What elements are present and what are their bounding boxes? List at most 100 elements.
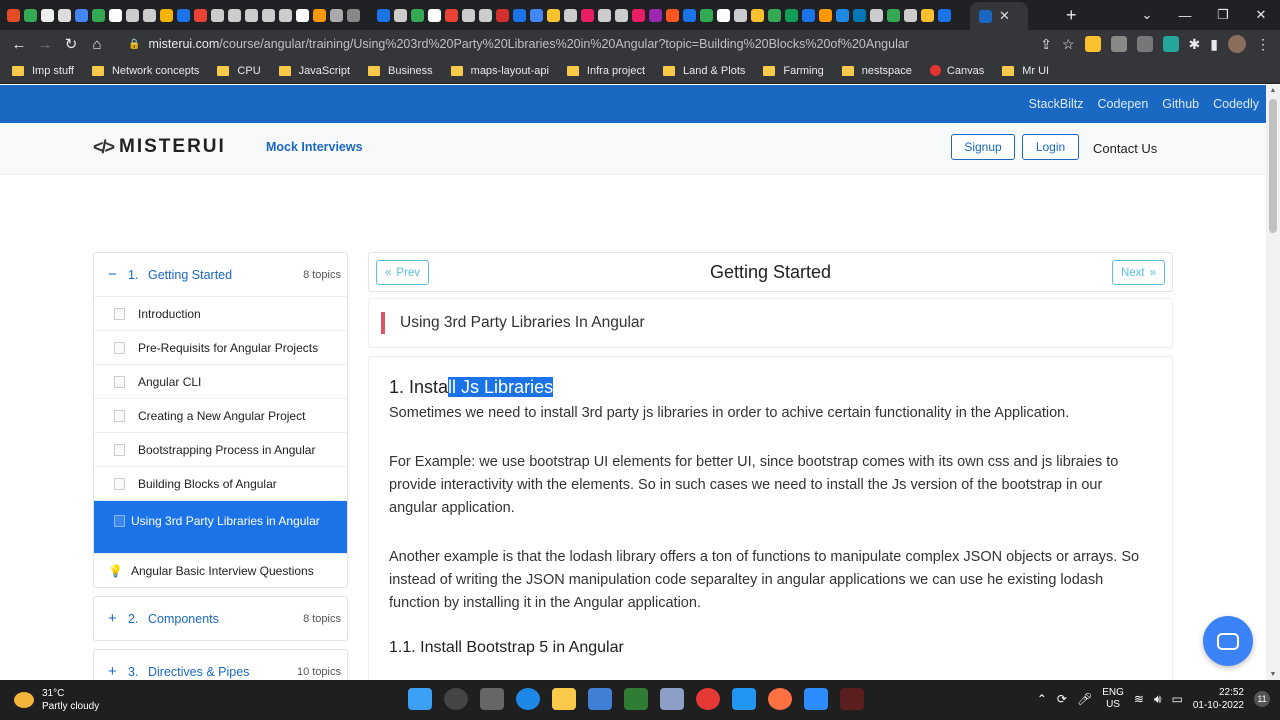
bookmark-folder[interactable]: CPU [217,65,261,77]
reload-icon[interactable]: ↻ [58,35,84,53]
weather-widget[interactable]: 31°C Partly cloudy [14,687,99,713]
stackblitz-link[interactable]: StackBiltz [1029,97,1084,111]
sync-icon[interactable]: ⟳ [1057,692,1067,706]
edge-icon[interactable] [516,688,540,710]
profile-avatar[interactable] [1228,35,1246,53]
collapse-icon[interactable]: − [108,266,128,283]
section-number: 2. [128,611,139,626]
home-icon[interactable]: ⌂ [84,36,110,53]
topic-label: Angular Basic Interview Questions [130,563,314,578]
volume-icon[interactable]: 🔊︎ [1154,692,1162,707]
sidebar-item-interview-questions[interactable]: 💡 Angular Basic Interview Questions [94,553,347,587]
topic-label: Using 3rd Party Libraries in Angular [131,514,320,528]
clock[interactable]: 22:52 01-10-2022 [1193,686,1244,712]
expand-icon[interactable]: + [108,610,128,627]
excel-icon[interactable] [624,688,648,710]
pinned-tabs[interactable] [0,0,952,30]
bookmark-folder[interactable]: maps-layout-api [450,65,549,77]
forward-icon[interactable]: → [32,36,58,53]
document-icon [114,409,125,422]
file-explorer-icon[interactable] [552,688,576,710]
contact-us-link[interactable]: Contact Us [1093,141,1157,156]
github-link[interactable]: Github [1162,97,1199,111]
bookmark-folder[interactable]: Mr UI [1002,65,1049,77]
close-window-icon[interactable]: ✕ [1242,7,1280,23]
signup-button[interactable]: Signup [951,134,1015,160]
section-number: 3. [128,664,139,679]
codedly-link[interactable]: Codedly [1213,97,1259,111]
bookmark-folder[interactable]: Farming [763,65,824,77]
subsection-heading: 1.1. Install Bootstrap 5 in Angular [389,639,624,656]
topic-count: 8 topics [303,612,341,625]
bookmark-link[interactable]: Canvas [929,65,984,77]
chrome-icon[interactable] [696,688,720,710]
search-icon[interactable] [444,688,468,710]
sidebar-item-bootstrapping[interactable]: Bootstrapping Process in Angular [94,432,347,466]
extensions-area: ⇪ ☆ ✱ ▮ ⋮ [1040,30,1270,58]
next-button[interactable]: Next » [1111,260,1165,285]
address-bar[interactable]: 🔒 misterui.com/course/angular/training/U… [118,32,998,56]
active-tab[interactable]: ✕ [970,2,1028,30]
firefox-icon[interactable] [768,688,792,710]
bookmark-folder[interactable]: Business [368,65,433,77]
page-scrollbar[interactable]: ▲ ▼ [1266,85,1280,680]
bookmark-folder[interactable]: nestspace [841,65,912,77]
puzzle-icon[interactable]: ✱ [1189,36,1201,53]
bookmark-folder[interactable]: Network concepts [91,65,199,77]
page-title: Getting Started [709,262,832,282]
bookmark-folder[interactable]: Infra project [566,65,645,77]
section-header[interactable]: − 1. Getting Started 8 topics [94,253,347,296]
windows-start-icon[interactable] [408,688,432,710]
battery-icon[interactable]: ▭ [1172,692,1183,706]
bookmark-star-icon[interactable]: ☆ [1062,36,1075,53]
sidebar-item-angular-cli[interactable]: Angular CLI [94,364,347,398]
chat-button[interactable] [1203,616,1253,666]
expand-icon[interactable]: + [108,663,128,680]
sidebar-icon[interactable]: ▮ [1210,36,1218,53]
new-tab-icon[interactable]: + [1066,5,1077,26]
login-button[interactable]: Login [1022,134,1079,160]
sidebar-item-introduction[interactable]: Introduction [94,296,347,330]
language-indicator[interactable]: ENG US [1102,687,1124,711]
extension-icon[interactable] [1110,36,1127,52]
course-sidebar: − 1. Getting Started 8 topics Introducti… [93,252,348,680]
bookmark-folder[interactable]: JavaScript [278,65,350,77]
site-logo[interactable]: </> MISTERUI [93,136,226,158]
codepen-link[interactable]: Codepen [1098,97,1149,111]
scroll-down-icon[interactable]: ▼ [1266,671,1280,678]
mock-interviews-link[interactable]: Mock Interviews [266,140,363,154]
extension-icon[interactable] [1084,36,1101,52]
notification-badge[interactable]: 11 [1254,691,1270,707]
maximize-icon[interactable]: ❐ [1204,7,1242,23]
photos-icon[interactable] [660,688,684,710]
minimize-icon[interactable]: — [1166,8,1204,23]
vscode-icon[interactable] [732,688,756,710]
sidebar-item-new-project[interactable]: Creating a New Angular Project [94,398,347,432]
sidebar-item-prerequisites[interactable]: Pre-Requisits for Angular Projects [94,330,347,364]
scrollbar-thumb[interactable] [1269,99,1277,233]
menu-icon[interactable]: ⋮ [1256,36,1270,53]
section-header[interactable]: + 3. Directives & Pipes 10 topics [94,650,347,680]
sidebar-item-building-blocks[interactable]: Building Blocks of Angular [94,466,347,500]
store-icon[interactable] [588,688,612,710]
close-tab-icon[interactable]: ✕ [999,8,1010,24]
section-header[interactable]: + 2. Components 8 topics [94,597,347,640]
extension-icon[interactable] [1162,36,1179,52]
task-view-icon[interactable] [480,688,504,710]
accent-marker [381,312,385,334]
tab-search-icon[interactable]: ⌄ [1128,7,1166,23]
msi-icon[interactable] [840,688,864,710]
back-icon[interactable]: ← [6,36,32,53]
wifi-icon[interactable]: ≋ [1134,692,1144,706]
scroll-up-icon[interactable]: ▲ [1266,87,1280,94]
bookmark-folder[interactable]: Land & Plots [663,65,745,77]
lock-icon[interactable]: 🔒 [128,39,140,50]
microphone-icon[interactable]: 🎤︎ [1077,692,1092,706]
sidebar-item-3rd-party-libraries[interactable]: Using 3rd Party Libraries in Angular [94,500,347,553]
zoom-icon[interactable] [804,688,828,710]
bookmark-folder[interactable]: Imp stuff [12,65,74,77]
paragraph: Another example is that the lodash libra… [389,549,1140,611]
share-icon[interactable]: ⇪ [1040,36,1052,53]
chevron-up-icon[interactable]: ⌃ [1037,692,1047,706]
extension-icon[interactable] [1136,36,1153,52]
